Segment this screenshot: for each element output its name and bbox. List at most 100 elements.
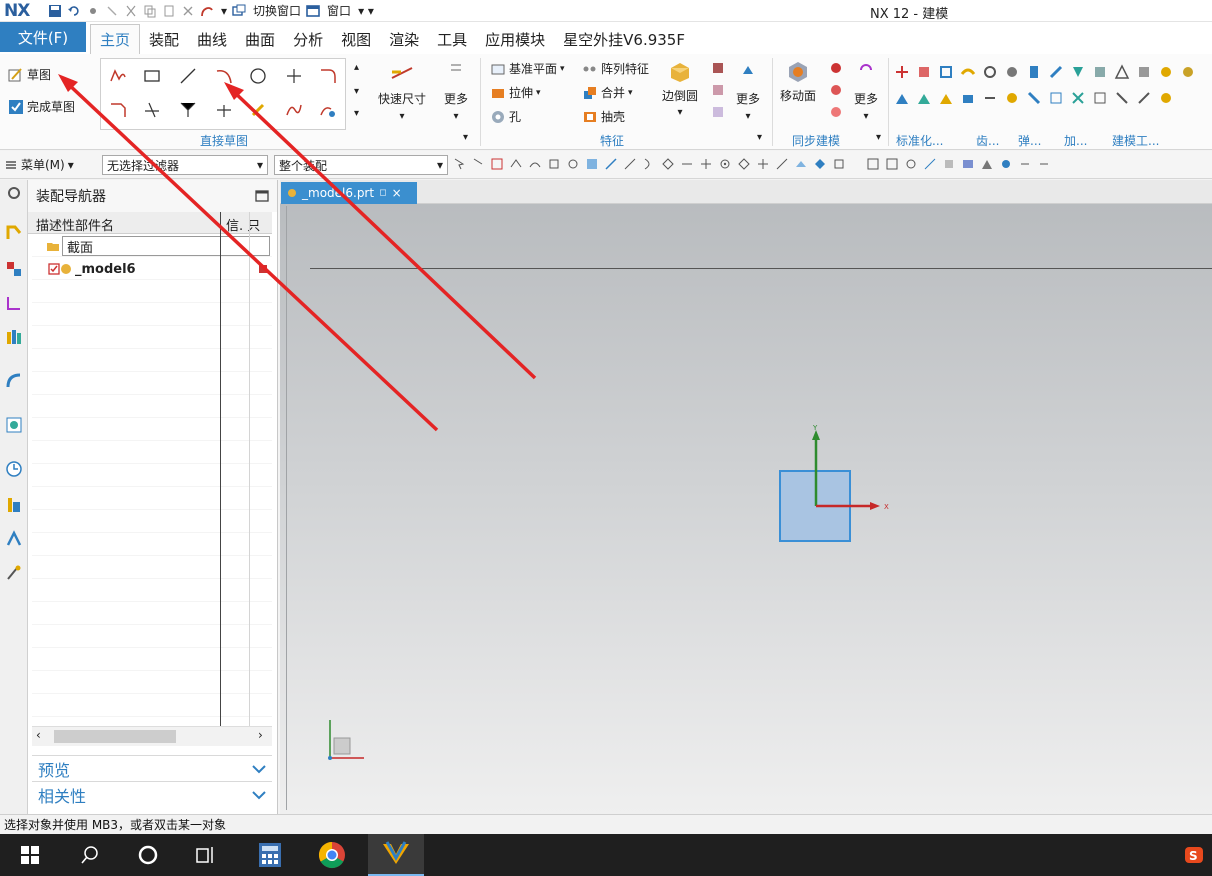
modeling-tool-3-icon[interactable] bbox=[1158, 64, 1174, 80]
tab-plugin[interactable]: 星空外挂V6.935F bbox=[554, 24, 694, 54]
spring-tool-4-icon[interactable] bbox=[1026, 90, 1042, 106]
circle-tool[interactable] bbox=[247, 65, 269, 87]
cortana-button[interactable] bbox=[122, 834, 174, 876]
extrude-button[interactable]: 拉伸 ▾ bbox=[490, 84, 541, 101]
chamfer-feature-icon[interactable] bbox=[710, 60, 726, 76]
view-tool-7-icon[interactable] bbox=[980, 157, 994, 171]
maximize-icon[interactable] bbox=[255, 190, 269, 202]
feature-select-icon[interactable] bbox=[509, 157, 523, 171]
gear-tool-3-icon[interactable] bbox=[982, 90, 998, 106]
system-materials-icon[interactable] bbox=[5, 496, 23, 514]
scroll-right-icon[interactable]: › bbox=[258, 728, 263, 742]
trim-tool[interactable] bbox=[141, 99, 163, 121]
view-tool-2-icon[interactable] bbox=[885, 157, 899, 171]
select-box-icon[interactable] bbox=[490, 157, 504, 171]
gc-tool-3-icon[interactable] bbox=[938, 64, 954, 80]
mirror-tool[interactable] bbox=[317, 99, 339, 121]
gc-tool-6-icon[interactable] bbox=[916, 90, 932, 106]
column-name-header[interactable]: 描述性部件名 bbox=[36, 215, 114, 234]
hole-button[interactable]: 孔 bbox=[490, 108, 521, 125]
delete-icon[interactable] bbox=[181, 4, 195, 18]
window-menu-button[interactable]: 窗口 bbox=[327, 2, 351, 19]
file-menu-tab[interactable]: 文件(F) bbox=[0, 22, 86, 52]
pull-face-icon[interactable] bbox=[828, 60, 844, 76]
select-icon[interactable] bbox=[452, 157, 466, 171]
trim-body-icon[interactable] bbox=[710, 104, 726, 120]
history-icon[interactable] bbox=[5, 460, 23, 478]
modeling-tool-7-icon[interactable] bbox=[1136, 90, 1152, 106]
process-tool-2-icon[interactable] bbox=[1092, 64, 1108, 80]
constraint-navigator-icon[interactable] bbox=[5, 260, 23, 278]
gc-tool-7-icon[interactable] bbox=[938, 90, 954, 106]
shell-button[interactable]: 抽壳 bbox=[582, 108, 625, 125]
pattern-feature-button[interactable]: 阵列特征 bbox=[582, 60, 649, 77]
nx-app[interactable] bbox=[368, 834, 424, 876]
edge-blend-button[interactable]: 边倒圆 ▾ bbox=[662, 58, 698, 118]
tab-tools[interactable]: 工具 bbox=[428, 24, 476, 54]
process-tool-4-icon[interactable] bbox=[1070, 90, 1086, 106]
datum-plane-button[interactable]: 基准平面 ▾ bbox=[490, 60, 565, 77]
paste-icon[interactable] bbox=[162, 4, 176, 18]
offset-tool[interactable] bbox=[247, 99, 269, 121]
view-tool-1-icon[interactable] bbox=[866, 157, 880, 171]
tab-curve[interactable]: 曲线 bbox=[188, 24, 236, 54]
spring-tool-3-icon[interactable] bbox=[1004, 90, 1020, 106]
view-tool-9-icon[interactable] bbox=[1018, 157, 1032, 171]
arc-tool[interactable] bbox=[213, 65, 235, 87]
process-studio-icon[interactable] bbox=[5, 530, 23, 548]
list-item[interactable]: _model6 bbox=[32, 258, 272, 280]
calculator-app[interactable] bbox=[244, 834, 296, 876]
sketch-button[interactable]: 草图 bbox=[8, 66, 51, 83]
view-cube-icon[interactable] bbox=[566, 157, 580, 171]
gear-tool-icon[interactable] bbox=[982, 64, 998, 80]
datum-csys[interactable]: Y X bbox=[770, 424, 890, 544]
view-tool-10-icon[interactable] bbox=[1037, 157, 1051, 171]
gear-tool-2-icon[interactable] bbox=[1004, 64, 1020, 80]
sketch-more-button[interactable]: 更多 ▾ bbox=[444, 62, 468, 122]
snap-existing-icon[interactable] bbox=[756, 157, 770, 171]
snap-end-icon[interactable] bbox=[604, 157, 618, 171]
gc-tool-4-icon[interactable] bbox=[960, 64, 976, 80]
offset-region-icon[interactable] bbox=[828, 82, 844, 98]
feature-more-button[interactable]: 更多 ▾ bbox=[736, 62, 760, 122]
line-tool[interactable] bbox=[177, 65, 199, 87]
tab-view[interactable]: 视图 bbox=[332, 24, 380, 54]
move-face-button[interactable]: 移动面 bbox=[780, 58, 816, 104]
chrome-app[interactable] bbox=[306, 834, 358, 876]
fillet-tool[interactable] bbox=[317, 65, 339, 87]
tab-assemblies[interactable]: 装配 bbox=[140, 24, 188, 54]
view-tool-5-icon[interactable] bbox=[942, 157, 956, 171]
horizontal-scrollbar[interactable]: ‹ › bbox=[32, 726, 272, 746]
graphics-window[interactable]: Y X bbox=[280, 204, 1212, 814]
palette-scroll-up[interactable]: ▴ bbox=[354, 62, 359, 73]
spring-tool-icon[interactable] bbox=[1026, 64, 1042, 80]
tab-render[interactable]: 渲染 bbox=[380, 24, 428, 54]
process-tool-icon[interactable] bbox=[1070, 64, 1086, 80]
quick-dimension-button[interactable]: 快速尺寸 ▾ bbox=[378, 60, 426, 122]
snap-bounded-icon[interactable] bbox=[813, 157, 827, 171]
scroll-left-icon[interactable]: ‹ bbox=[36, 728, 41, 742]
tab-analysis[interactable]: 分析 bbox=[284, 24, 332, 54]
modeling-tool-icon[interactable] bbox=[1114, 64, 1130, 80]
palette-scroll-down[interactable]: ▾ bbox=[354, 86, 359, 97]
view-tool-3-icon[interactable] bbox=[904, 157, 918, 171]
profile-tool[interactable] bbox=[107, 65, 129, 87]
dependencies-section[interactable]: 相关性 bbox=[32, 781, 272, 807]
reuse-library-icon[interactable] bbox=[5, 328, 23, 346]
start-button[interactable] bbox=[4, 834, 56, 876]
repeat-icon[interactable] bbox=[105, 4, 119, 18]
unite-button[interactable]: 合并 ▾ bbox=[582, 84, 633, 101]
selection-scope-dropdown[interactable]: 整个装配 ▾ bbox=[274, 155, 448, 175]
modeling-tool-2-icon[interactable] bbox=[1136, 64, 1152, 80]
finish-sketch-button[interactable]: 完成草图 bbox=[8, 98, 75, 115]
draft-icon[interactable] bbox=[710, 82, 726, 98]
tab-model6-prt[interactable]: _model6.prt ◻ × bbox=[281, 182, 417, 204]
column-info-header[interactable]: 信. 只 bbox=[226, 215, 260, 234]
type-filter-dropdown[interactable]: 无选择过滤器 ▾ bbox=[102, 155, 268, 175]
web-browser-icon[interactable] bbox=[5, 416, 23, 434]
gc-tool-1-icon[interactable] bbox=[894, 64, 910, 80]
list-item[interactable]: 截面 bbox=[32, 235, 272, 257]
process-tool-3-icon[interactable] bbox=[1048, 90, 1064, 106]
task-view-button[interactable] bbox=[180, 834, 232, 876]
tab-surface[interactable]: 曲面 bbox=[236, 24, 284, 54]
